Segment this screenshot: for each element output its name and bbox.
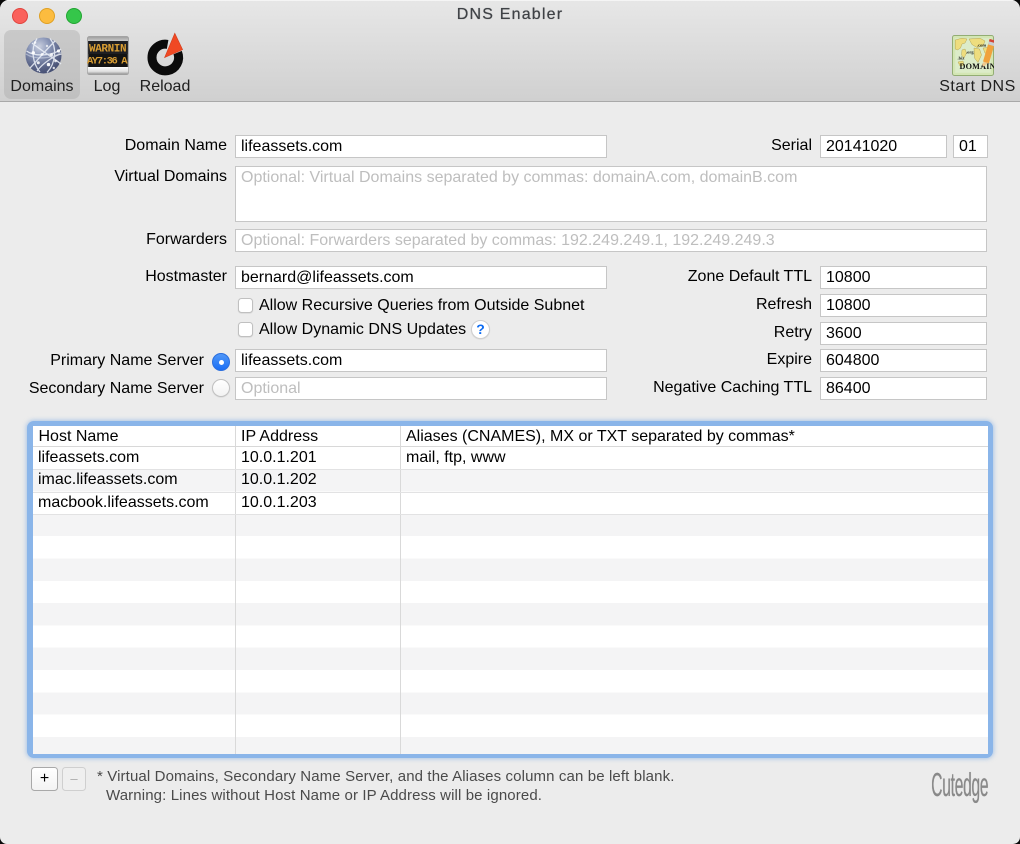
svg-text:DOMAIN: DOMAIN (960, 62, 995, 71)
svg-text:.com: .com (977, 43, 986, 48)
svg-text:.org: .org (966, 50, 974, 55)
svg-text:.biz: .biz (958, 56, 965, 61)
svg-text:AY7:36 A: AY7:36 A (87, 56, 128, 68)
svg-text:WARNIN: WARNIN (89, 44, 126, 56)
